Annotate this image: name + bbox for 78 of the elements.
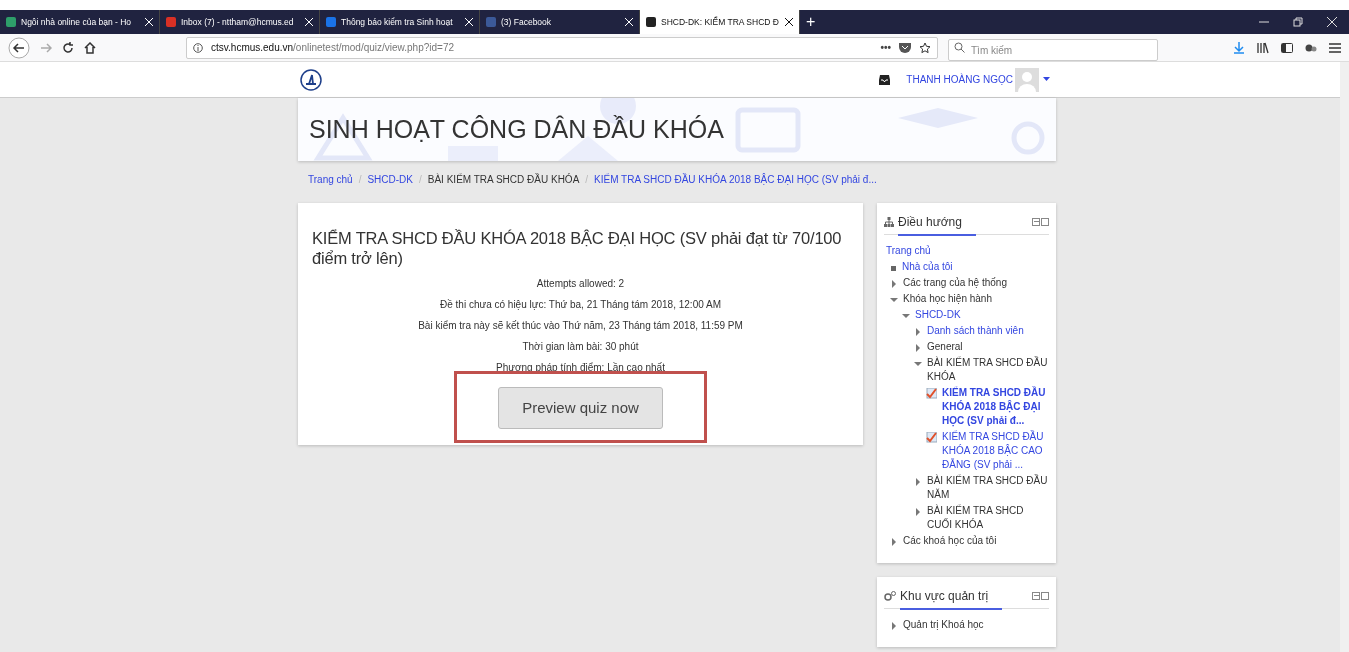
block-title: Điều hướng [898,213,976,236]
collapse-triangle-icon[interactable] [914,360,922,368]
navigation-link[interactable]: Danh sách thành viên [927,324,1024,338]
dock-icon[interactable] [1032,591,1040,600]
expand-triangle-icon[interactable] [914,508,922,516]
back-icon[interactable] [8,36,30,59]
scrollbar[interactable] [1340,62,1349,652]
navigation-link[interactable]: Trang chủ [886,244,931,258]
navigation-link[interactable]: Nhà của tôi [902,260,953,274]
download-icon[interactable] [1233,41,1245,54]
quiz-check-icon [926,432,937,443]
expand-triangle-icon[interactable] [890,622,898,630]
tab-title: Ngôi nhà online của bạn - Ho [21,15,132,29]
breadcrumb-item[interactable]: KIỂM TRA SHCD ĐẦU KHÓA 2018 BẬC ĐẠI HỌC (SV phải đ... [594,171,877,187]
preview-quiz-button[interactable]: Preview quiz now [498,387,663,429]
home-icon[interactable] [84,41,96,54]
tab-title: SHCD-DK: KIỂM TRA SHCD Đ [661,15,779,29]
navigation-link[interactable]: SHCD-DK [915,308,961,322]
tab-title: (3) Facebook [501,15,552,29]
info-icon[interactable] [193,42,203,53]
breadcrumb-item[interactable]: SHCD-DK [367,171,413,187]
navigation-link[interactable]: General [927,340,963,354]
breadcrumb-item: BÀI KIỂM TRA SHCD ĐẦU KHÓA [427,172,580,187]
navigation-link[interactable]: BÀI KIỂM TRA SHCD ĐẦU NĂM [927,474,1049,502]
user-name[interactable]: THANH HOÀNG NGỌC [906,72,1013,87]
breadcrumb-separator: / [585,172,589,187]
quiz-title: KIỂM TRA SHCD ĐẦU KHÓA 2018 BẬC ĐẠI HỌC (SV phải đạt từ 70/100 điểm trở lên) [312,228,843,268]
star-icon[interactable] [919,41,931,54]
quiz-info-text: Đề thi chưa có hiệu lực: Thứ ba, 21 Tháng tám 2018, 12:00 AM [440,299,721,311]
logo-icon[interactable] [300,68,322,91]
tab-title: Inbox (7) - nttham@hcmus.ed [181,15,294,29]
breadcrumb-separator: / [358,172,362,187]
close-icon[interactable] [785,18,793,26]
navigation-link[interactable]: Các trang của hệ thống [903,276,1007,290]
navigation-link[interactable]: Quản trị Khoá học [903,618,984,632]
navigation-link[interactable]: KIỂM TRA SHCD ĐẦU KHÓA 2018 BẬC CAO ĐẲNG (SV phải ... [942,430,1049,472]
navigation-link[interactable]: BÀI KIỂM TRA SHCD ĐẦU KHÓA [927,356,1049,384]
sidebar-icon[interactable] [1281,41,1293,54]
quiz-info-text: Thời gian làm bài: 30 phút [522,341,639,353]
gears-icon [884,590,896,601]
search-field[interactable]: Tìm kiếm [948,39,1158,61]
caret-icon[interactable] [1043,77,1050,82]
menu-icon[interactable] [1329,41,1341,54]
inbox-icon[interactable] [879,74,891,85]
dock-icon[interactable] [1032,217,1040,226]
address-bar[interactable]: ctsv.hcmus.edu.vn/onlinetest/mod/quiz/view.php?id=72 ••• [186,36,938,59]
new-tab-button[interactable]: + [800,10,822,34]
navigation-link[interactable]: KIỂM TRA SHCD ĐẦU KHÓA 2018 BẬC ĐẠI HỌC (SV phải đ... [942,386,1049,428]
sitemap-icon [884,216,894,227]
restore-icon[interactable] [1293,17,1303,27]
tab-title: Thông báo kiểm tra Sinh hoạt [341,15,453,29]
expand-triangle-icon[interactable] [914,328,922,336]
collapse-triangle-icon[interactable] [890,296,898,304]
expand-triangle-icon[interactable] [914,478,922,486]
expand-triangle-icon[interactable] [914,344,922,352]
search-icon [954,41,965,53]
navigation-link[interactable]: BÀI KIỂM TRA SHCD CUỐI KHÓA [927,504,1049,532]
navigation-link[interactable]: Khóa học hiện hành [903,292,992,306]
browser-tab[interactable]: SHCD-DK: KIỂM TRA SHCD Đ [640,10,800,34]
breadcrumb-separator: / [419,172,422,187]
navigation-link[interactable]: Các khoá học của tôi [903,534,997,548]
reload-icon[interactable] [62,41,74,54]
breadcrumb-item[interactable]: Trang chủ [308,171,353,187]
hide-icon[interactable] [1041,217,1049,226]
block-title: Khu vực quản trị [900,587,1003,610]
expand-triangle-icon[interactable] [890,280,898,288]
library-icon[interactable] [1257,41,1269,54]
course-title: SINH HOẠT CÔNG DÂN ĐẦU KHÓA [309,113,724,145]
page-actions-text[interactable]: ••• [880,40,891,55]
quiz-info-text: Bài kiểm tra này sẽ kết thúc vào Thứ năm, 23 Tháng tám 2018, 11:59 PM [418,320,743,332]
quiz-info-text: Attempts allowed: 2 [536,278,625,290]
quiz-check-icon [926,388,937,399]
url-text: ctsv.hcmus.edu.vn/onlinetest/mod/quiz/view.php?id=72 [211,41,455,55]
expand-triangle-icon[interactable] [890,538,898,546]
collapse-triangle-icon[interactable] [902,312,910,320]
bullet-icon [891,266,896,271]
hide-icon[interactable] [1041,591,1049,600]
pocket-icon[interactable] [899,42,911,53]
